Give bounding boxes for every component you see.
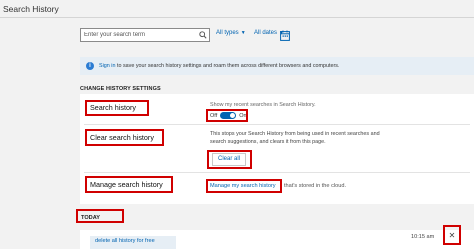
clear-history-label: Clear search history <box>90 133 154 142</box>
history-query-link[interactable]: delete all history for free <box>95 238 155 244</box>
info-icon: i <box>86 62 94 70</box>
search-history-description: Show my recent searches in Search Histor… <box>210 102 316 108</box>
row-divider <box>84 172 470 173</box>
sign-in-banner-text: to save your search history settings and… <box>116 63 340 69</box>
annotation-box-delete <box>443 225 461 245</box>
manage-history-label: Manage search history <box>90 180 163 189</box>
left-rail <box>0 18 72 249</box>
manage-history-description: that's stored in the cloud. <box>284 183 347 189</box>
page-title: Search History <box>3 4 59 14</box>
sign-in-link[interactable]: Sign in <box>99 63 115 69</box>
filter-all-dates-label: All dates <box>254 30 278 36</box>
sign-in-banner: i Sign in to save your search history se… <box>80 57 474 75</box>
history-time: 10:15 am <box>411 234 435 240</box>
annotation-box-manage-link <box>206 179 282 193</box>
search-input[interactable] <box>81 29 197 41</box>
search-history-page: Search History All types ▼ All dates ▼ <box>0 0 474 249</box>
search-history-label: Search history <box>90 103 136 112</box>
chevron-down-icon: ▼ <box>240 30 246 36</box>
filter-all-types[interactable]: All types ▼ <box>216 30 246 36</box>
annotation-box-clear-all <box>207 150 252 169</box>
row-divider <box>84 124 470 125</box>
clear-history-description-line2: search suggestions, and clears it from t… <box>210 139 326 145</box>
search-icon[interactable] <box>197 29 209 41</box>
calendar-icon[interactable] <box>280 28 290 41</box>
clear-history-description-line1: This stops your Search History from bein… <box>210 131 380 137</box>
filter-all-types-label: All types <box>216 30 239 36</box>
today-heading: TODAY <box>81 215 100 221</box>
search-box <box>80 28 210 42</box>
annotation-box-toggle <box>206 109 248 122</box>
settings-heading: CHANGE HISTORY SETTINGS <box>80 86 161 92</box>
